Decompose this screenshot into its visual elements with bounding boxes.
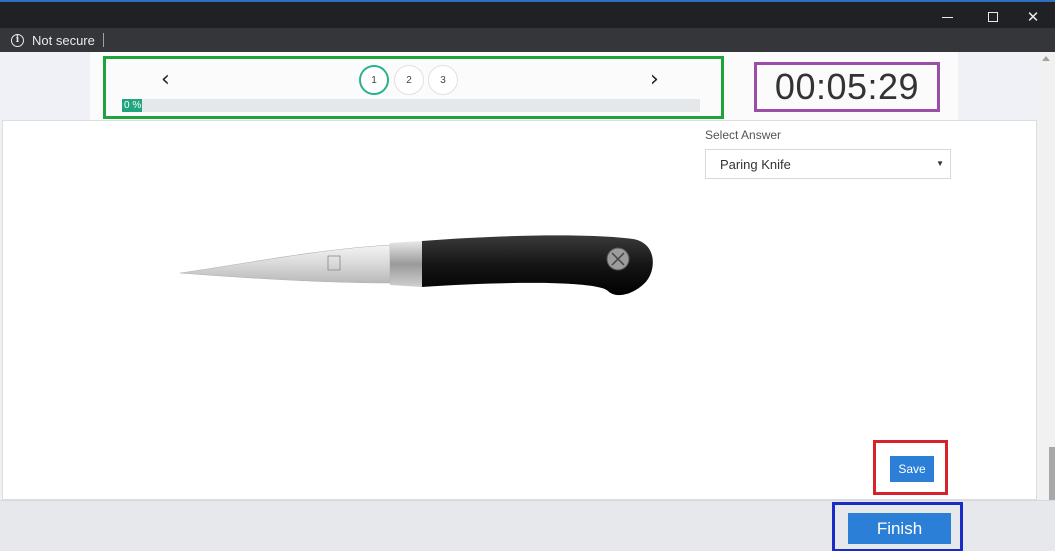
page-viewport: ‹ 1 2 3 › 0 % 00:05:29 Select Answer Par… bbox=[0, 52, 1055, 551]
question-card: Select Answer Paring Knife ▼ Save bbox=[2, 120, 1037, 500]
answer-dropdown[interactable]: Paring Knife ▼ bbox=[705, 149, 951, 179]
dropdown-caret-icon: ▼ bbox=[936, 159, 944, 168]
minimize-button[interactable] bbox=[924, 4, 970, 30]
countdown-timer: 00:05:29 bbox=[774, 66, 920, 107]
close-icon: ✕ bbox=[1026, 9, 1040, 26]
page-scrollbar[interactable] bbox=[1038, 52, 1055, 502]
progress-bar: 0 % bbox=[122, 99, 700, 112]
close-button[interactable]: ✕ bbox=[1010, 4, 1055, 30]
timer-box: 00:05:29 bbox=[754, 62, 940, 112]
finish-button[interactable]: Finish bbox=[848, 513, 951, 544]
maximize-icon bbox=[988, 12, 998, 22]
next-question-button[interactable]: › bbox=[650, 67, 659, 92]
progress-fill: 0 % bbox=[122, 99, 142, 112]
scroll-up-arrow-icon[interactable] bbox=[1042, 56, 1050, 61]
select-answer-label: Select Answer bbox=[705, 128, 782, 142]
save-button[interactable]: Save bbox=[890, 456, 934, 482]
paring-knife-image bbox=[179, 235, 653, 296]
finish-highlight: Finish bbox=[832, 502, 963, 551]
selected-answer: Paring Knife bbox=[720, 156, 791, 172]
question-1-button[interactable]: 1 bbox=[359, 65, 389, 95]
question-2-button[interactable]: 2 bbox=[394, 65, 424, 95]
save-highlight: Save bbox=[873, 440, 948, 495]
previous-question-button[interactable]: ‹ bbox=[161, 67, 170, 92]
info-circle-icon[interactable]: i bbox=[11, 33, 24, 47]
browser-titlebar: ✕ bbox=[0, 0, 1055, 28]
address-separator bbox=[102, 33, 104, 47]
question-navigator: ‹ 1 2 3 › 0 % bbox=[103, 56, 724, 119]
minimize-icon bbox=[941, 16, 953, 18]
address-bar[interactable]: i Not secure bbox=[0, 28, 1055, 52]
scrollbar-thumb[interactable] bbox=[1049, 447, 1055, 502]
question-3-button[interactable]: 3 bbox=[428, 65, 458, 95]
security-label[interactable]: Not secure bbox=[32, 33, 95, 48]
footer-bar: Finish bbox=[0, 500, 1055, 551]
